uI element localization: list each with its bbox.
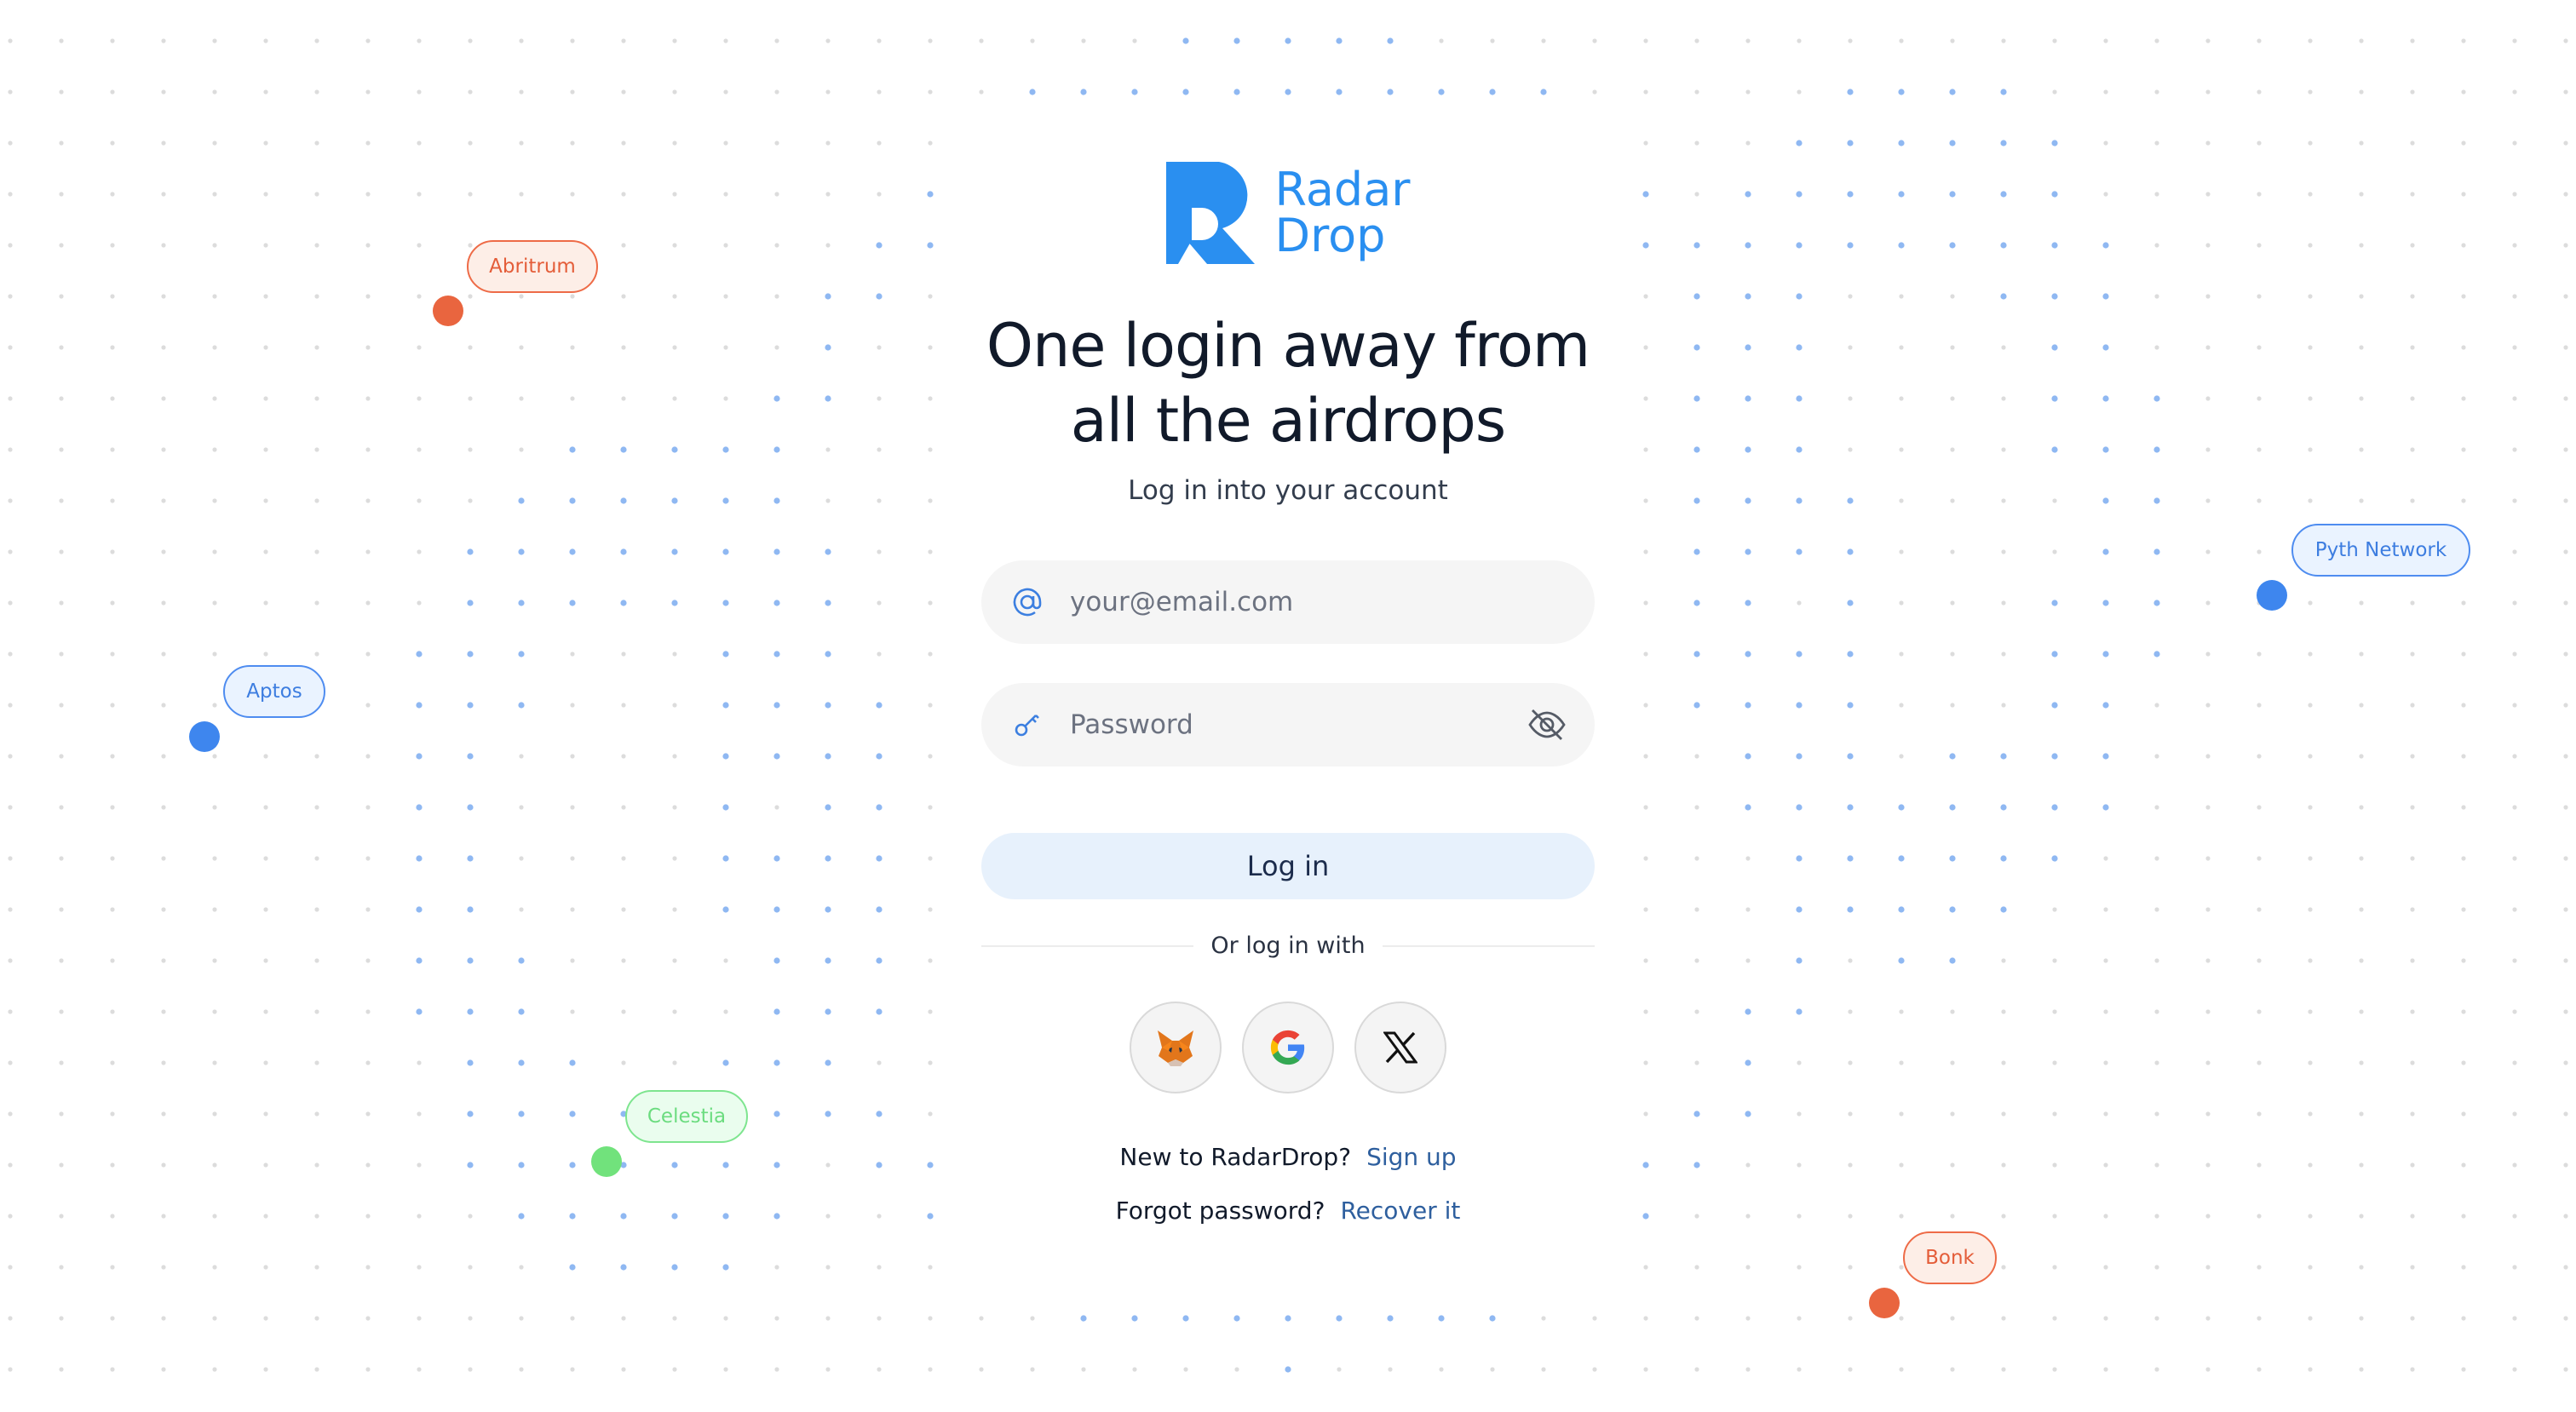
login-button[interactable]: Log in [981, 833, 1595, 899]
google-icon [1270, 1030, 1305, 1065]
tag-marker-aptos [189, 721, 220, 752]
eye-off-icon[interactable] [1525, 708, 1569, 742]
x-login-button[interactable] [1354, 1002, 1446, 1093]
social-login-divider: Or log in with [981, 927, 1595, 964]
page-subtitle: Log in into your account [1128, 475, 1448, 506]
tag-bonk: Bonk [1903, 1231, 1997, 1284]
recover-question: Forgot password? [1115, 1197, 1325, 1225]
social-login-buttons [1130, 1002, 1446, 1093]
x-icon [1383, 1031, 1417, 1064]
metamask-fox-icon [1158, 1030, 1193, 1066]
tag-pyth-network: Pyth Network [2291, 524, 2470, 577]
email-field [981, 560, 1595, 644]
tag-marker-abritrum [433, 296, 463, 326]
brand-name-line2: Drop [1274, 209, 1386, 262]
tag-marker-bonk [1869, 1288, 1900, 1318]
page-title-line1: One login away from [986, 311, 1590, 381]
signup-row: New to RadarDrop? Sign up [1119, 1143, 1456, 1171]
tag-marker-celestia [591, 1146, 622, 1177]
tag-celestia: Celestia [625, 1090, 748, 1143]
tag-aptos: Aptos [223, 665, 325, 718]
login-panel: Radar Drop One login away from all the a… [981, 162, 1595, 1225]
brand-name: Radar Drop [1275, 167, 1411, 259]
page-title-line2: all the airdrops [1070, 386, 1506, 456]
recover-row: Forgot password? Recover it [1116, 1197, 1461, 1225]
metamask-login-button[interactable] [1130, 1002, 1222, 1093]
password-input[interactable] [1068, 709, 1525, 741]
page-title: One login away from all the airdrops [986, 308, 1590, 458]
password-field [981, 683, 1595, 766]
google-login-button[interactable] [1242, 1002, 1334, 1093]
key-icon [1007, 709, 1048, 740]
radardrop-logo-icon [1165, 162, 1255, 264]
divider-label: Or log in with [1193, 932, 1383, 959]
at-icon [1007, 585, 1048, 619]
email-input[interactable] [1068, 586, 1569, 618]
signup-question: New to RadarDrop? [1119, 1143, 1352, 1171]
brand-logo: Radar Drop [1165, 162, 1411, 264]
signup-link[interactable]: Sign up [1366, 1143, 1457, 1171]
tag-marker-pyth-network [2257, 580, 2287, 611]
brand-name-line1: Radar [1274, 163, 1411, 216]
recover-link[interactable]: Recover it [1340, 1197, 1460, 1225]
account-links: New to RadarDrop? Sign up Forgot passwor… [1116, 1143, 1461, 1225]
tag-abritrum: Abritrum [467, 240, 598, 293]
